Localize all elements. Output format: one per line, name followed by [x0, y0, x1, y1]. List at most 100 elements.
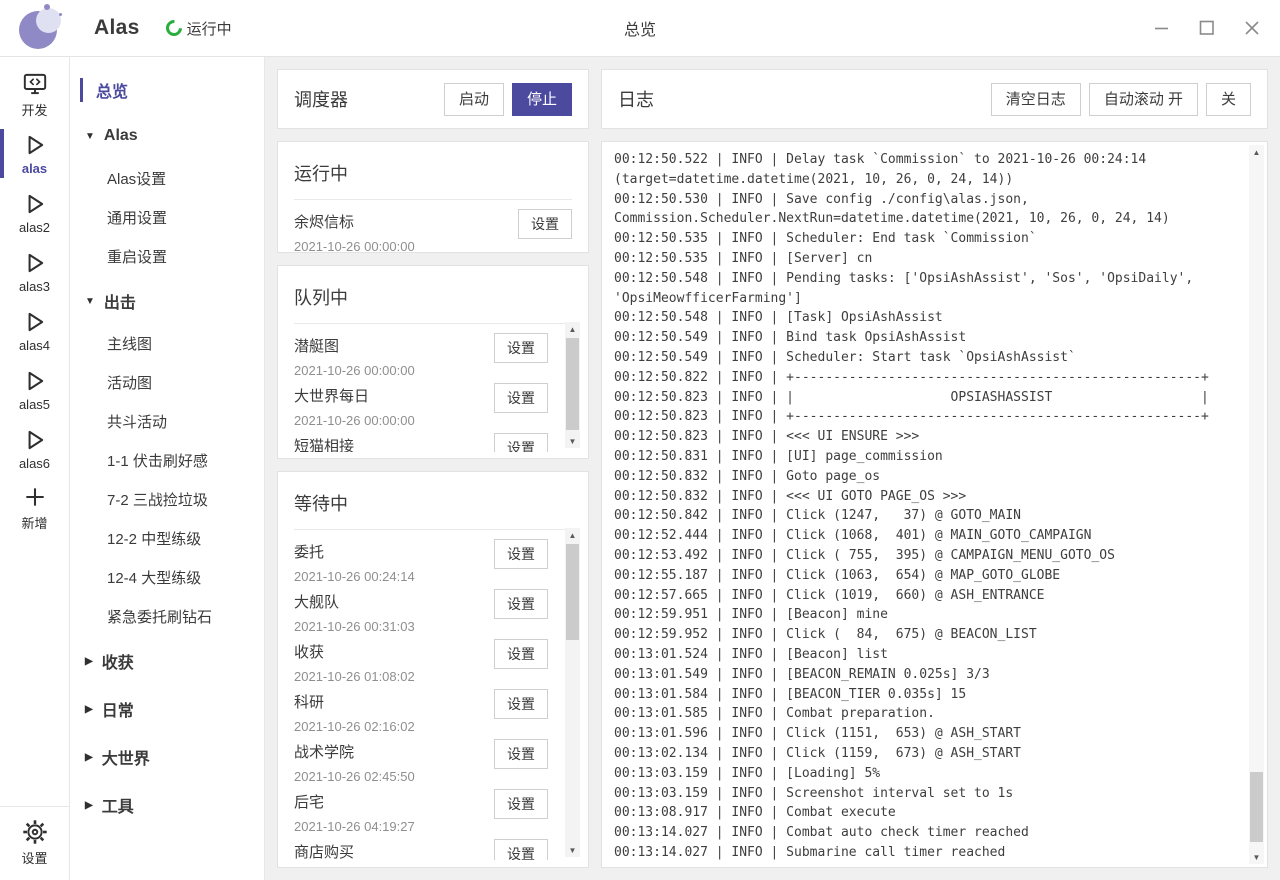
expand-arrow-icon: ▼ [85, 296, 95, 307]
icon-rail-items: 开发 alas alas2 alas3 alas4 alas5 alas6 新增 [0, 65, 69, 537]
task-settings-button[interactable]: 设置 [494, 433, 548, 452]
log-scrollbar[interactable]: ▲ ▼ [1249, 145, 1264, 864]
play-icon [22, 309, 48, 335]
play-icon [22, 191, 48, 217]
rail-item-alas4[interactable]: alas4 [0, 301, 69, 360]
task-row: 收获 2021-10-26 01:08:02 设置 [294, 639, 548, 689]
waiting-scrollbar[interactable]: ▲ ▼ [565, 528, 580, 857]
log-line: 00:12:50.842 | INFO | Click (1247, 37) @… [614, 506, 1237, 526]
minimize-button[interactable] [1152, 18, 1172, 38]
task-name: 战术学院 [294, 739, 415, 762]
running-title: 运行中 [294, 154, 572, 200]
scroll-up-icon[interactable]: ▲ [565, 322, 580, 336]
log-line: 00:12:50.549 | INFO | Bind task OpsiAshA… [614, 328, 1237, 348]
nav-item-group-tool[interactable]: ▶ 工具 [70, 782, 264, 828]
task-name: 商店购买 [294, 839, 354, 860]
nav-item-group-reward[interactable]: ▶ 收获 [70, 638, 264, 684]
nav-item-group-sortie[interactable]: ▼ 出击 [70, 278, 264, 324]
nav-item-map-12-4[interactable]: 12-4 大型练级 [70, 558, 264, 597]
task-row: 潜艇图 2021-10-26 00:00:00 设置 [294, 333, 548, 383]
task-settings-button[interactable]: 设置 [494, 539, 548, 569]
task-settings-button[interactable]: 设置 [494, 639, 548, 669]
task-next-run-time: 2021-10-26 00:24:14 [294, 562, 415, 584]
clear-log-button[interactable]: 清空日志 [991, 83, 1081, 116]
log-line: 00:12:55.187 | INFO | Click (1063, 654) … [614, 566, 1237, 586]
task-row: 战术学院 2021-10-26 02:45:50 设置 [294, 739, 548, 789]
log-lines: 00:12:50.522 | INFO | Delay task `Commis… [614, 150, 1237, 863]
task-settings-button[interactable]: 设置 [494, 739, 548, 769]
scroll-down-icon[interactable]: ▼ [1249, 850, 1264, 864]
scroll-thumb[interactable] [566, 338, 579, 430]
log-line: 00:12:50.548 | INFO | Pending tasks: ['O… [614, 269, 1237, 309]
queued-scrollbar[interactable]: ▲ ▼ [565, 322, 580, 448]
dev-icon [22, 71, 48, 97]
task-settings-button[interactable]: 设置 [494, 839, 548, 860]
task-settings-button[interactable]: 设置 [494, 333, 548, 363]
gear-icon [22, 819, 48, 845]
nav-item-group-daily[interactable]: ▶ 日常 [70, 686, 264, 732]
log-line: 00:12:52.444 | INFO | Click (1068, 401) … [614, 526, 1237, 546]
start-button[interactable]: 启动 [444, 83, 504, 116]
nav-item-overview[interactable]: 总览 [70, 69, 264, 111]
log-line: 00:12:50.548 | INFO | [Task] OpsiAshAssi… [614, 308, 1237, 328]
rail-item-alas5[interactable]: alas5 [0, 360, 69, 419]
task-settings-button[interactable]: 设置 [494, 789, 548, 819]
rail-item-alas6[interactable]: alas6 [0, 419, 69, 478]
scroll-thumb[interactable] [566, 544, 579, 640]
scroll-down-icon[interactable]: ▼ [565, 434, 580, 448]
nav-item-group-alas[interactable]: ▼ Alas [70, 113, 264, 159]
maximize-button[interactable] [1197, 18, 1217, 38]
scroll-up-icon[interactable]: ▲ [1249, 145, 1264, 159]
task-settings-button[interactable]: 设置 [494, 383, 548, 413]
nav-item-group-os[interactable]: ▶ 大世界 [70, 734, 264, 780]
log-line: 00:12:50.549 | INFO | Scheduler: Start t… [614, 348, 1237, 368]
autoscroll-off-button[interactable]: 关 [1206, 83, 1251, 116]
task-next-run-time: 2021-10-26 02:16:02 [294, 712, 415, 734]
rail-item-alas[interactable]: alas [0, 124, 69, 183]
play-icon [22, 250, 48, 276]
task-name: 委托 [294, 539, 415, 562]
log-line: 00:12:50.822 | INFO | +-----------------… [614, 368, 1237, 388]
waiting-task-list: 委托 2021-10-26 00:24:14 设置 大舰队 2021-10-26… [294, 530, 548, 860]
log-line: 00:12:50.832 | INFO | <<< UI GOTO PAGE_O… [614, 487, 1237, 507]
scheduler-status: 运行中 [166, 18, 232, 39]
rail-item-add[interactable]: 新增 [0, 478, 69, 537]
task-settings-button[interactable]: 设置 [494, 689, 548, 719]
plus-icon [22, 484, 48, 510]
rail-item-settings[interactable]: 设置 [0, 813, 69, 872]
close-button[interactable] [1242, 18, 1262, 38]
waiting-section: 等待中 委托 2021-10-26 00:24:14 设置 大舰队 2021-1… [277, 471, 589, 868]
stop-button[interactable]: 停止 [512, 83, 572, 116]
task-row: 科研 2021-10-26 02:16:02 设置 [294, 689, 548, 739]
task-next-run-time: 2021-10-26 00:31:03 [294, 612, 415, 634]
task-row: 大世界每日 2021-10-26 00:00:00 设置 [294, 383, 548, 433]
nav-item-event-map[interactable]: 活动图 [70, 363, 264, 402]
task-settings-button[interactable]: 设置 [518, 209, 572, 239]
nav-item-map-12-2[interactable]: 12-2 中型练级 [70, 519, 264, 558]
scroll-up-icon[interactable]: ▲ [565, 528, 580, 542]
scroll-down-icon[interactable]: ▼ [565, 843, 580, 857]
nav-item-alas-settings[interactable]: Alas设置 [70, 159, 264, 198]
nav-item-map-7-2[interactable]: 7-2 三战捡垃圾 [70, 480, 264, 519]
nav-item-main-map[interactable]: 主线图 [70, 324, 264, 363]
task-row: 余烬信标 2021-10-26 00:00:00 设置 [294, 209, 572, 253]
scroll-thumb[interactable] [1250, 772, 1263, 842]
log-line: 00:12:53.492 | INFO | Click ( 755, 395) … [614, 546, 1237, 566]
autoscroll-on-button[interactable]: 自动滚动 开 [1089, 83, 1198, 116]
task-row: 委托 2021-10-26 00:24:14 设置 [294, 539, 548, 589]
nav-item-general-settings[interactable]: 通用设置 [70, 198, 264, 237]
task-name: 大世界每日 [294, 383, 415, 406]
waiting-title: 等待中 [294, 484, 572, 530]
play-icon [22, 368, 48, 394]
play-icon [22, 427, 48, 453]
rail-item-dev[interactable]: 开发 [0, 65, 69, 124]
log-line: 00:13:01.549 | INFO | [BEACON_REMAIN 0.0… [614, 665, 1237, 685]
nav-item-restart-settings[interactable]: 重启设置 [70, 237, 264, 276]
nav-item-coalition-event[interactable]: 共斗活动 [70, 402, 264, 441]
rail-item-alas3[interactable]: alas3 [0, 242, 69, 301]
task-settings-button[interactable]: 设置 [494, 589, 548, 619]
task-next-run-time: 2021-10-26 00:00:00 [294, 232, 415, 253]
nav-item-map-1-1[interactable]: 1-1 伏击刷好感 [70, 441, 264, 480]
nav-item-urgent-commission[interactable]: 紧急委托刷钻石 [70, 597, 264, 636]
rail-item-alas2[interactable]: alas2 [0, 183, 69, 242]
